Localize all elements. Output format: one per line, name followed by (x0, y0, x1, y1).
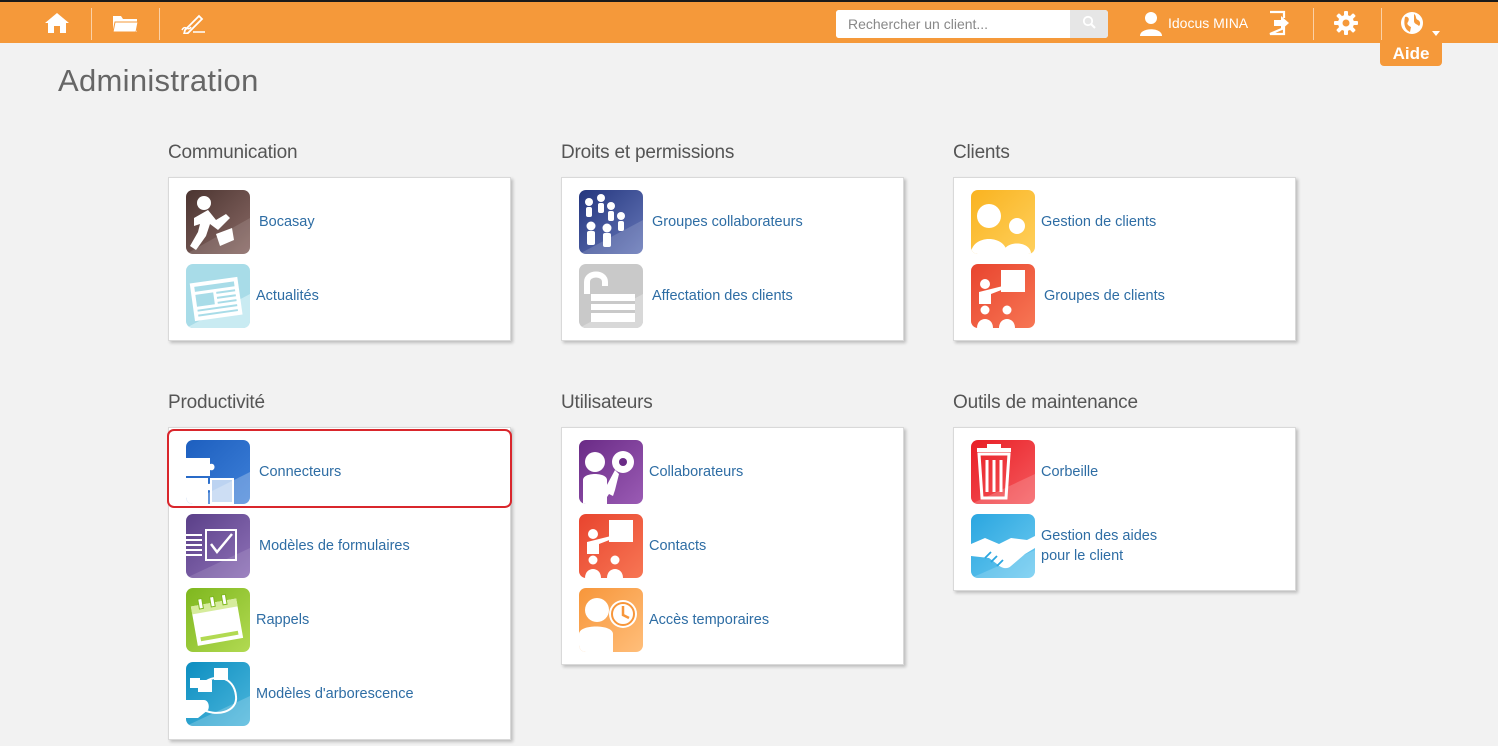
home-icon[interactable] (42, 9, 72, 37)
admin-item-gestion-aides[interactable]: Gestion des aides pour le client (971, 514, 1281, 578)
section-title-droits: Droits et permissions (561, 142, 735, 163)
admin-item-acces-temporaires[interactable]: Accès temporaires (579, 588, 889, 652)
logout-icon[interactable] (1264, 9, 1294, 37)
caret-down-icon[interactable] (1432, 23, 1440, 41)
item-label: Contacts (649, 538, 707, 554)
section-title-productivite: Productivité (168, 392, 265, 413)
item-label: Rappels (256, 612, 310, 628)
puzzle-icon (186, 440, 250, 504)
card-utilisateurs: Collaborateurs Contacts Accès temporaire… (561, 427, 904, 665)
section-title-maintenance: Outils de maintenance (953, 392, 1138, 413)
item-label: Collaborateurs (649, 464, 744, 480)
help-tab[interactable]: Aide (1380, 43, 1442, 66)
divider (1381, 8, 1382, 40)
admin-item-modeles-arborescence[interactable]: Modèles d'arborescence (186, 662, 496, 726)
item-label-line2: pour le client (1041, 548, 1124, 564)
section-title-utilisateurs: Utilisateurs (561, 392, 653, 413)
divider (159, 8, 160, 40)
globe-icon[interactable] (1397, 9, 1427, 37)
calendar-icon (186, 588, 250, 652)
admin-item-affectation-clients[interactable]: Affectation des clients (579, 264, 889, 328)
section-title-communication: Communication (168, 142, 298, 163)
folder-icon[interactable] (110, 9, 140, 37)
admin-item-gestion-clients[interactable]: Gestion de clients (971, 190, 1281, 254)
presentation-group-icon (971, 264, 1035, 328)
search-input[interactable] (836, 10, 1070, 38)
search-button[interactable] (1070, 10, 1108, 38)
card-droits: Groupes collaborateurs Affectation des c… (561, 177, 904, 341)
admin-item-groupes-clients[interactable]: Groupes de clients (971, 264, 1281, 328)
admin-item-corbeille[interactable]: Corbeille (971, 440, 1281, 504)
edit-signature-icon[interactable] (178, 9, 208, 37)
divider (1313, 8, 1314, 40)
user-name[interactable]: Idocus MINA (1168, 15, 1248, 31)
newspaper-icon (186, 264, 250, 328)
trash-icon (971, 440, 1035, 504)
admin-item-modeles-formulaires[interactable]: Modèles de formulaires (186, 514, 496, 578)
client-search (836, 10, 1108, 38)
user-key-icon (579, 440, 643, 504)
gear-icon[interactable] (1331, 9, 1361, 37)
item-label: Accès temporaires (649, 612, 770, 628)
item-label: Corbeille (1041, 464, 1099, 480)
users-icon (971, 190, 1035, 254)
card-communication: Bocasay Actualités (168, 177, 511, 341)
card-clients: Gestion de clients Groupes de clients (953, 177, 1296, 341)
card-maintenance: Corbeille Gestion des aides pour le clie… (953, 427, 1296, 591)
admin-item-rappels[interactable]: Rappels (186, 588, 496, 652)
admin-item-bocasay[interactable]: Bocasay (186, 190, 496, 254)
bocasay-icon (186, 190, 250, 254)
item-label: Affectation des clients (652, 288, 793, 304)
top-navigation-bar: Idocus MINA (0, 0, 1498, 43)
item-label: Modèles d'arborescence (256, 686, 414, 702)
page-title: Administration (58, 63, 259, 98)
admin-item-contacts[interactable]: Contacts (579, 514, 889, 578)
tree-structure-icon (186, 662, 250, 726)
item-label: Gestion de clients (1041, 214, 1157, 230)
presentation-group-icon (579, 514, 643, 578)
search-icon (1082, 15, 1096, 34)
item-label: Actualités (256, 288, 319, 304)
unlock-icon (579, 264, 643, 328)
item-label: Groupes collaborateurs (652, 214, 803, 230)
admin-item-actualites[interactable]: Actualités (186, 264, 496, 328)
team-icon (579, 190, 643, 254)
item-label: Connecteurs (259, 464, 342, 480)
item-label-line1: Gestion des aides (1041, 528, 1158, 544)
user-clock-icon (579, 588, 643, 652)
item-label: Groupes de clients (1044, 288, 1165, 304)
item-label: Bocasay (259, 214, 315, 230)
card-productivite: Connecteurs Modèles de formulaires Rappe… (168, 427, 511, 740)
item-label: Gestion des aides pour le client (1041, 526, 1157, 566)
divider (91, 8, 92, 40)
user-icon[interactable] (1136, 9, 1166, 37)
item-label: Modèles de formulaires (259, 538, 410, 554)
admin-item-groupes-collaborateurs[interactable]: Groupes collaborateurs (579, 190, 889, 254)
admin-item-collaborateurs[interactable]: Collaborateurs (579, 440, 889, 504)
admin-item-connecteurs[interactable]: Connecteurs (186, 440, 496, 504)
section-title-clients: Clients (953, 142, 1010, 163)
handshake-icon (971, 514, 1035, 578)
form-checklist-icon (186, 514, 250, 578)
